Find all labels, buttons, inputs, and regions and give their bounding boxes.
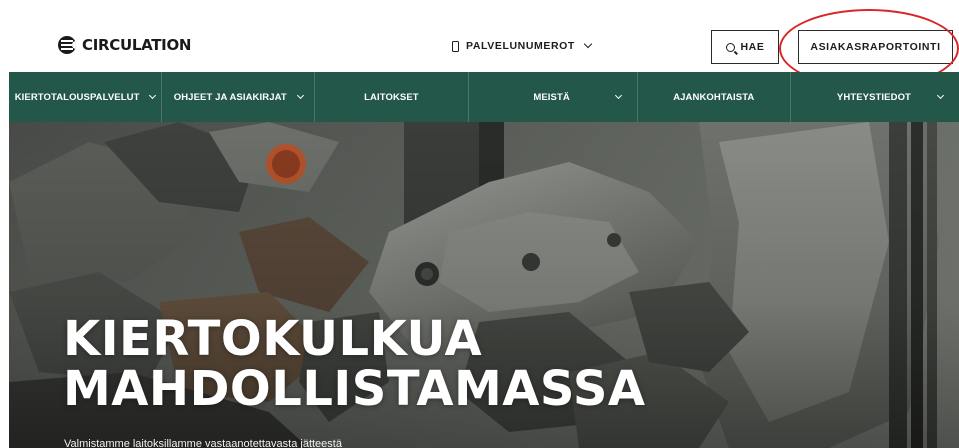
nav-item-contact[interactable]: YHTEYSTIEDOT	[791, 72, 959, 122]
nav-item-label: LAITOKSET	[364, 91, 419, 103]
chevron-down-icon	[149, 91, 157, 99]
phone-icon	[452, 40, 459, 52]
customer-reporting-label: ASIAKASRAPORTOINTI	[810, 41, 941, 53]
nav-item-label: YHTEYSTIEDOT	[836, 91, 911, 103]
nav-item-circular-economy-services[interactable]: KIERTOTALOUSPALVELUT	[9, 72, 163, 122]
chevron-down-icon	[614, 91, 622, 99]
search-label: HAE	[740, 41, 765, 53]
nav-item-about-us[interactable]: MEISTÄ	[469, 72, 638, 122]
search-button[interactable]: HAE	[711, 30, 779, 64]
nav-item-instructions-documents[interactable]: OHJEET JA ASIAKIRJAT	[162, 72, 316, 122]
hero-title-line-2: MAHDOLLISTAMASSA	[63, 361, 646, 417]
main-navigation: KIERTOTALOUSPALVELUT OHJEET JA ASIAKIRJA…	[9, 72, 959, 122]
site-logo[interactable]: CIRCULATION	[58, 36, 191, 54]
nav-item-label: KIERTOTALOUSPALVELUT	[14, 91, 140, 103]
search-icon	[725, 42, 735, 52]
chevron-down-icon	[296, 91, 304, 99]
nav-item-news[interactable]: AJANKOHTAISTA	[638, 72, 791, 122]
nav-item-label: MEISTÄ	[533, 91, 570, 103]
hero-subtitle: Valmistamme laitoksillamme vastaanotetta…	[64, 438, 342, 448]
chevron-down-icon	[583, 39, 593, 49]
nav-item-facilities[interactable]: LAITOKSET	[315, 72, 469, 122]
circulation-logo-icon	[58, 36, 76, 54]
logo-text: CIRCULATION	[82, 36, 192, 54]
service-numbers-label: PALVELUNUMEROT	[466, 40, 575, 52]
customer-reporting-button[interactable]: ASIAKASRAPORTOINTI	[798, 30, 953, 64]
service-numbers-dropdown[interactable]: PALVELUNUMEROT	[452, 39, 593, 52]
hero-title-line-1: KIERTOKULKUA	[63, 311, 483, 367]
nav-item-label: AJANKOHTAISTA	[673, 91, 755, 103]
nav-item-label: OHJEET JA ASIAKIRJAT	[173, 91, 287, 103]
chevron-down-icon	[936, 91, 945, 99]
hero-banner: KIERTOKULKUA MAHDOLLISTAMASSA Valmistamm…	[9, 122, 959, 448]
top-header: CIRCULATION PALVELUNUMEROT HAE ASIAKASRA…	[0, 0, 959, 88]
hero-title: KIERTOKULKUA MAHDOLLISTAMASSA	[63, 314, 646, 414]
